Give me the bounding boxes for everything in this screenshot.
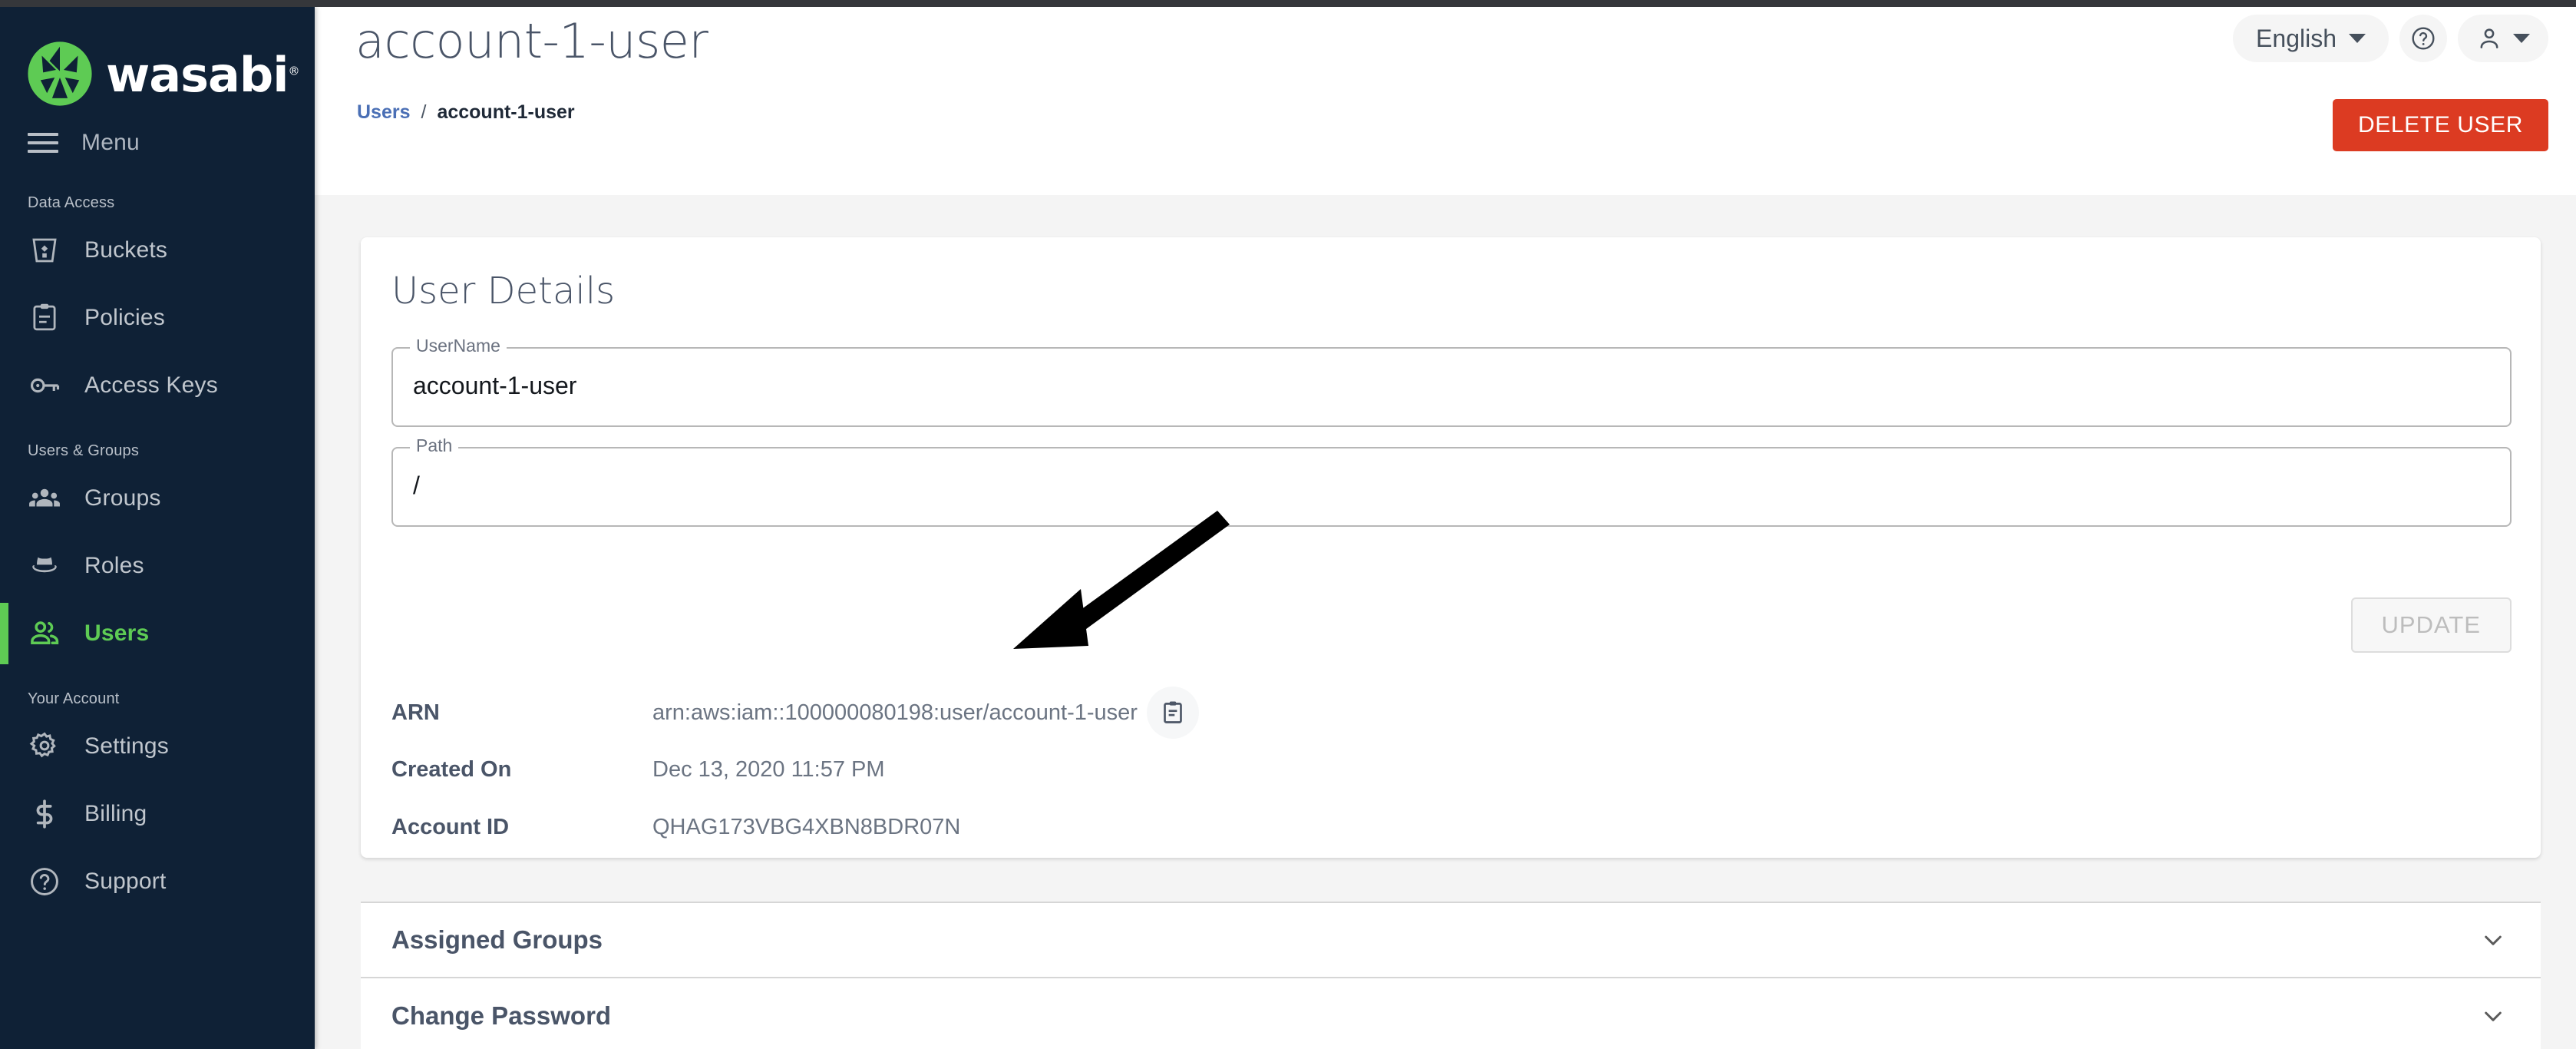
dollar-icon [28, 797, 61, 831]
sidebar-item-groups[interactable]: Groups [0, 465, 315, 532]
question-circle-icon [2410, 25, 2436, 51]
accordion-title: Assigned Groups [391, 925, 603, 954]
clipboard-copy-icon [1160, 700, 1186, 726]
accordion-assigned-groups[interactable]: Assigned Groups [361, 902, 2541, 978]
nav-group-title-data-access: Data Access [28, 194, 115, 211]
user-pair-icon [28, 617, 61, 650]
username-field-wrapper: UserName [391, 337, 2512, 427]
chevron-down-icon [2349, 34, 2366, 43]
info-row-account-id: Account ID QHAG173VBG4XBN8BDR07N [391, 812, 960, 842]
username-input[interactable] [413, 372, 2485, 400]
path-field-legend: Path [410, 437, 459, 455]
person-icon [2476, 25, 2502, 51]
sidebar-item-billing[interactable]: Billing [0, 780, 315, 848]
nav-group-title-users-groups: Users & Groups [28, 442, 140, 459]
info-label: ARN [391, 700, 440, 725]
breadcrumb-link-users[interactable]: Users [357, 101, 411, 124]
nav-group-title-your-account: Your Account [28, 690, 120, 707]
hat-icon [28, 549, 61, 583]
info-value-created-on: Dec 13, 2020 11:57 PM [652, 756, 885, 782]
bucket-icon [28, 233, 61, 267]
header-actions: English [2233, 15, 2548, 62]
sidebar-item-label: Billing [84, 801, 147, 826]
info-value-account-id: QHAG173VBG4XBN8BDR07N [652, 814, 961, 839]
breadcrumb-separator: / [421, 101, 427, 123]
sidebar-item-label: Roles [84, 553, 144, 578]
brand-name: wasabi® [106, 47, 300, 103]
update-button[interactable]: UPDATE [2350, 597, 2512, 653]
brand-trademark: ® [288, 64, 300, 78]
language-label: English [2256, 24, 2337, 52]
sidebar-item-label: Settings [84, 733, 169, 759]
sidebar-item-label: Groups [84, 485, 161, 511]
wasabi-leaf-logo-icon [28, 41, 92, 106]
sidebar-item-buckets[interactable]: Buckets [0, 217, 315, 284]
card-title: User Details [391, 270, 616, 313]
page-content: User Details UserName Path UPDATE ARN ar… [315, 195, 2576, 1049]
sidebar-item-users[interactable]: Users [0, 600, 315, 667]
groups-icon [28, 481, 61, 515]
info-label: Account ID [391, 814, 510, 839]
hamburger-icon [28, 133, 58, 153]
browser-top-strip [0, 0, 2576, 7]
sidebar: wasabi® Menu Data Access Buckets Policie… [0, 7, 315, 1049]
help-button[interactable] [2399, 15, 2447, 62]
gear-icon [28, 730, 61, 763]
accordion-change-password[interactable]: Change Password [361, 978, 2541, 1049]
sidebar-item-label: Policies [84, 305, 165, 330]
info-row-created-on: Created On Dec 13, 2020 11:57 PM [391, 754, 885, 785]
app-root: wasabi® Menu Data Access Buckets Policie… [0, 0, 2576, 1049]
chevron-down-icon [2481, 928, 2505, 952]
sidebar-item-label: Buckets [84, 237, 168, 263]
brand-logo-area[interactable]: wasabi® [0, 7, 315, 114]
page-title: account-1-user [355, 13, 708, 69]
accordion-title: Change Password [391, 1001, 612, 1030]
language-selector[interactable]: English [2233, 15, 2389, 62]
username-field-legend: UserName [410, 337, 507, 355]
sidebar-item-policies[interactable]: Policies [0, 284, 315, 352]
copy-arn-button[interactable] [1146, 687, 1199, 739]
sidebar-item-access-keys[interactable]: Access Keys [0, 352, 315, 419]
delete-user-button[interactable]: DELETE USER [2333, 99, 2548, 151]
sidebar-item-label: Access Keys [84, 372, 218, 398]
info-value-arn: arn:aws:iam::100000080198:user/account-1… [652, 700, 1138, 725]
menu-toggle[interactable]: Menu [0, 114, 315, 171]
path-field-wrapper: Path [391, 437, 2512, 527]
key-icon [28, 369, 61, 402]
breadcrumb-current: account-1-user [437, 101, 575, 123]
info-row-arn: ARN arn:aws:iam::100000080198:user/accou… [391, 687, 1199, 739]
path-input[interactable] [413, 472, 2485, 500]
menu-label: Menu [81, 130, 140, 155]
user-details-card: User Details UserName Path UPDATE ARN ar… [361, 237, 2541, 858]
chevron-down-icon [2513, 34, 2530, 43]
sidebar-item-label: Support [84, 869, 167, 894]
account-menu-button[interactable] [2458, 15, 2548, 62]
sidebar-item-label: Users [84, 620, 150, 646]
info-label: Created On [391, 756, 512, 782]
sidebar-item-settings[interactable]: Settings [0, 713, 315, 780]
sidebar-item-roles[interactable]: Roles [0, 532, 315, 600]
chevron-down-icon [2481, 1004, 2505, 1028]
page-header: account-1-user Users / account-1-user En… [315, 7, 2576, 195]
breadcrumb: Users / account-1-user [357, 101, 575, 124]
sidebar-item-support[interactable]: Support [0, 848, 315, 915]
question-circle-icon [28, 865, 61, 898]
clipboard-icon [28, 301, 61, 335]
